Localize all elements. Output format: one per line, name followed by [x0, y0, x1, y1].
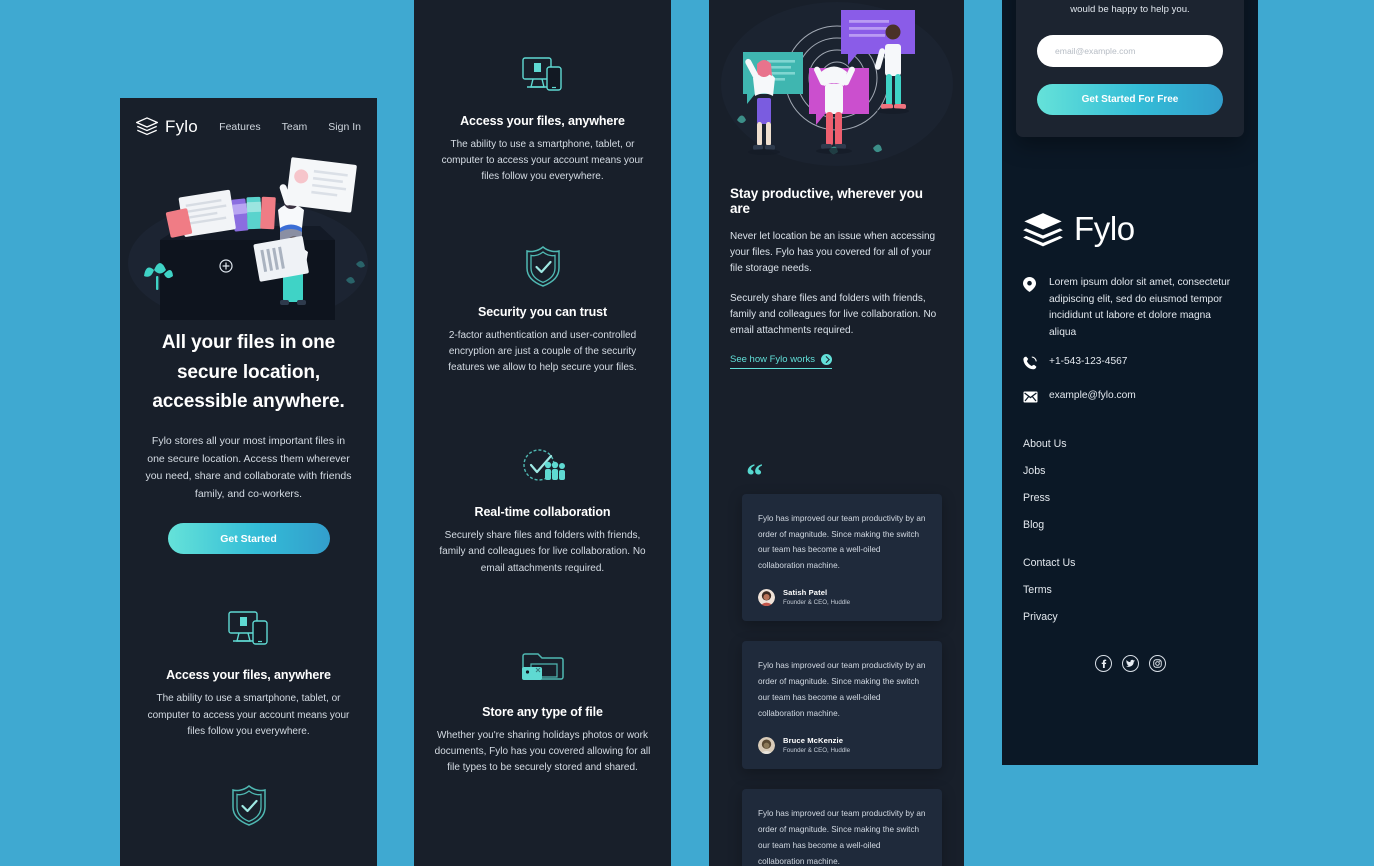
logo[interactable]: Fylo: [136, 117, 198, 137]
footer-links-group-2: Contact Us Terms Privacy: [1023, 557, 1237, 623]
testimonial-text: Fylo has improved our team productivity …: [758, 513, 926, 571]
productive-paragraph-2: Securely share files and folders with fr…: [730, 292, 937, 336]
productive-content: Stay productive, wherever you are Never …: [709, 168, 964, 370]
footer-address-row: Lorem ipsum dolor sit amet, consectetur …: [1023, 275, 1237, 341]
footer-socials: [1023, 655, 1237, 673]
feature-title: Security you can trust: [477, 304, 608, 319]
footer-phone-row[interactable]: +1-543-123-4567: [1023, 354, 1237, 375]
navbar: Fylo Features Team Sign In: [120, 98, 377, 142]
productive-paragraph-1: Never let location be an issue when acce…: [730, 231, 936, 275]
feature-text: 2-factor authentication and user-control…: [448, 329, 637, 373]
cta-footer-panel: Get early access today It only takes a m…: [1002, 0, 1258, 765]
feature-title: Access your files, anywhere: [460, 114, 625, 128]
stacked-layers-icon: [1023, 212, 1063, 246]
quote-mark-icon: “: [746, 458, 763, 496]
see-how-fylo-works-label: See how Fylo works: [730, 354, 816, 366]
footer-logo-text: Fylo: [1074, 210, 1135, 247]
testimonial-role: Founder & CEO, Huddle: [783, 599, 851, 607]
footer-link-privacy[interactable]: Privacy: [1023, 611, 1237, 623]
feature-text: The ability to use a smartphone, tablet,…: [441, 139, 644, 183]
feature-text: The ability to use a smartphone, tablet,…: [147, 693, 350, 737]
footer-contact: Lorem ipsum dolor sit amet, consectetur …: [1023, 275, 1237, 408]
testimonial-name: Satish Patel: [783, 588, 828, 598]
feature-title: Real-time collaboration: [474, 505, 611, 520]
footer-address: Lorem ipsum dolor sit amet, consectetur …: [1049, 277, 1231, 338]
testimonial-text: Fylo has improved our team productivity …: [758, 809, 926, 866]
footer-email: example@fylo.com: [1049, 390, 1136, 402]
hero-subtitle: Fylo stores all your most important file…: [145, 434, 352, 500]
folder-icon: [432, 639, 653, 693]
cta-text: It only takes a minute to sign up and ou…: [1070, 3, 1190, 15]
devices-icon: [142, 602, 355, 656]
email-input[interactable]: [1037, 35, 1223, 68]
illustration-stay-productive: [721, 2, 953, 166]
footer-links-group-1: About Us Jobs Press Blog: [1023, 438, 1237, 531]
feature-card-store-files: Store any type of file Whether you're sh…: [414, 639, 671, 777]
avatar: [758, 588, 775, 606]
hero-title: All your files in one secure location, a…: [152, 332, 345, 413]
footer-phone: +1-543-123-4567: [1049, 356, 1128, 368]
feature-card-access-files: Access your files, anywhere The ability …: [414, 48, 671, 186]
footer-link-about-us[interactable]: About Us: [1023, 438, 1237, 450]
facebook-icon[interactable]: [1094, 655, 1112, 673]
testimonial-card: Fylo has improved our team productivity …: [742, 493, 942, 622]
devices-icon: [432, 48, 653, 102]
footer-link-jobs[interactable]: Jobs: [1023, 465, 1237, 477]
phone-icon: [1023, 354, 1037, 375]
footer-link-terms[interactable]: Terms: [1023, 584, 1237, 596]
avatar: [758, 736, 775, 754]
shield-check-icon: [142, 778, 355, 832]
arrow-circle-right-icon: [821, 354, 833, 366]
testimonial-author: Bruce McKenzie Founder & CEO, Huddle: [758, 736, 926, 754]
illustration-intro: [128, 157, 368, 320]
location-pin-icon: [1023, 275, 1037, 297]
feature-text: Whether you're sharing holidays photos o…: [434, 729, 651, 774]
testimonial-author: Satish Patel Founder & CEO, Huddle: [758, 588, 926, 606]
nav-item-signin[interactable]: Sign In: [328, 121, 361, 133]
feature-text: Securely share files and folders with fr…: [439, 530, 646, 574]
hero-panel: Fylo Features Team Sign In All your file…: [120, 98, 377, 866]
feature-title: Access your files, anywhere: [166, 668, 331, 683]
stacked-layers-icon: [136, 117, 158, 136]
get-started-for-free-button[interactable]: Get Started For Free: [1037, 84, 1223, 116]
collaboration-icon: [432, 439, 653, 493]
productive-testimonials-panel: Stay productive, wherever you are Never …: [709, 0, 964, 866]
feature-card-collaboration: Real-time collaboration Securely share f…: [414, 439, 671, 577]
logo-text: Fylo: [165, 117, 198, 136]
feature-access-files: Access your files, anywhere The ability …: [120, 602, 377, 740]
envelope-icon: [1023, 388, 1038, 408]
footer-logo[interactable]: Fylo: [1023, 210, 1237, 248]
testimonial-text: Fylo has improved our team productivity …: [758, 661, 926, 719]
nav-item-features[interactable]: Features: [219, 121, 260, 133]
nav-item-team[interactable]: Team: [282, 121, 308, 133]
footer-email-row[interactable]: example@fylo.com: [1023, 388, 1237, 408]
shield-check-icon: [432, 239, 653, 293]
testimonial-card: Fylo has improved our team productivity …: [742, 641, 942, 770]
testimonial-card: Fylo has improved our team productivity …: [742, 789, 942, 866]
testimonial-name: Bruce McKenzie: [783, 736, 844, 746]
feature-security: [120, 778, 377, 832]
get-started-button[interactable]: Get Started: [167, 523, 330, 555]
footer-link-press[interactable]: Press: [1023, 492, 1237, 504]
see-how-fylo-works-link[interactable]: See how Fylo works: [730, 354, 833, 370]
productive-title: Stay productive, wherever you are: [730, 186, 923, 216]
nav-links: Features Team Sign In: [219, 121, 361, 133]
footer-link-blog[interactable]: Blog: [1023, 519, 1237, 531]
testimonial-role: Founder & CEO, Huddle: [783, 747, 851, 755]
early-access-card: Get early access today It only takes a m…: [1016, 0, 1244, 138]
footer-link-contact-us[interactable]: Contact Us: [1023, 557, 1237, 569]
features-panel: Access your files, anywhere The ability …: [414, 0, 671, 866]
instagram-icon[interactable]: [1148, 655, 1166, 673]
design-mockup-canvas: Fylo Features Team Sign In All your file…: [0, 0, 1374, 866]
feature-title: Store any type of file: [482, 704, 603, 719]
twitter-icon[interactable]: [1121, 655, 1139, 673]
feature-card-security: Security you can trust 2-factor authenti…: [414, 239, 671, 377]
